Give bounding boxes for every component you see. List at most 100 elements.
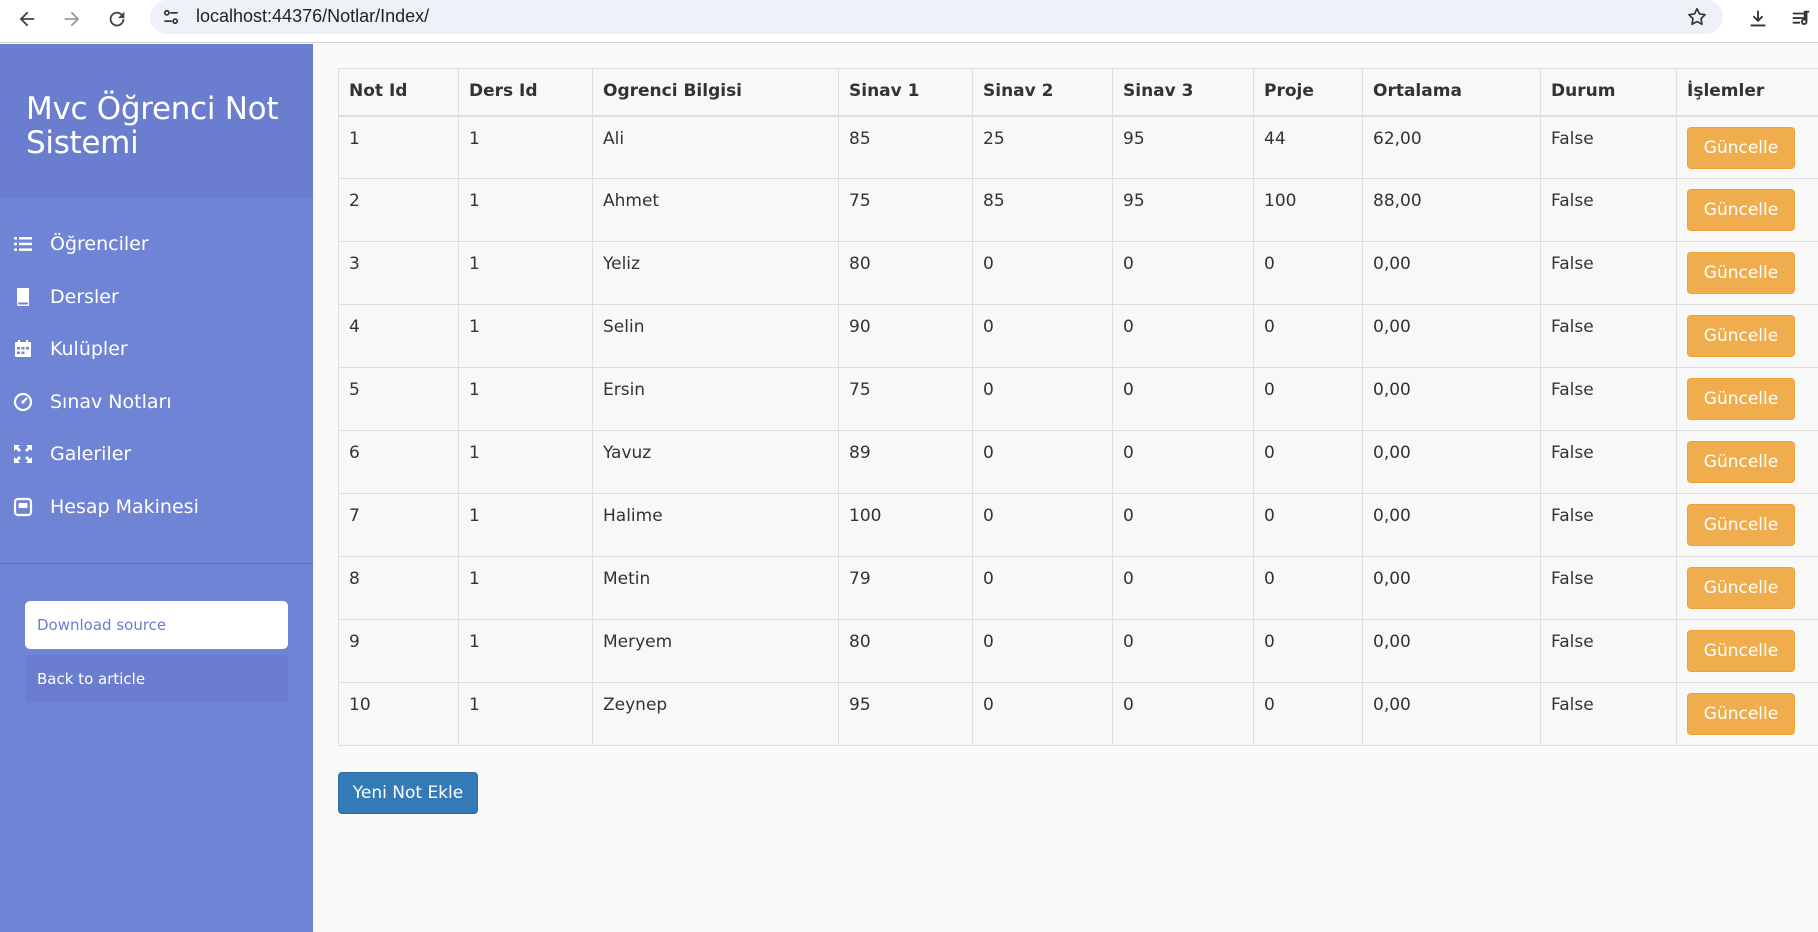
site-settings-icon[interactable]: [158, 4, 184, 30]
address-bar[interactable]: localhost:44376/Notlar/Index/: [150, 0, 1723, 34]
update-button[interactable]: Güncelle: [1687, 567, 1795, 609]
app-title[interactable]: Mvc Öğrenci Not Sistemi: [26, 92, 287, 160]
table-cell: Yeliz: [592, 241, 839, 305]
table-header: Not Id Ders Id Ogrenci Bilgisi Sinav 1 Sinav…: [338, 68, 1818, 117]
table-cell: 1: [458, 682, 593, 746]
book-icon: [12, 286, 34, 308]
sidebar-item-ogrenciler[interactable]: Öğrenciler: [0, 218, 313, 271]
table-cell: 0: [972, 367, 1113, 431]
update-button[interactable]: Güncelle: [1687, 504, 1795, 546]
table-cell: Halime: [592, 493, 839, 557]
sidebar-item-sinav-notlari[interactable]: Sınav Notları: [0, 376, 313, 429]
table-row: 3 1 Yeliz 80 0 0 0 0,00 False Güncelle: [338, 241, 1818, 305]
sidebar-menu: Öğrenciler Dersler Kulüpler Sınav Notlar…: [0, 198, 313, 533]
table-cell: 0,00: [1362, 430, 1541, 494]
table-row: 4 1 Selin 90 0 0 0 0,00 False Güncelle: [338, 304, 1818, 368]
table-cell: Ahmet: [592, 178, 839, 242]
table-cell: 0: [972, 682, 1113, 746]
table-cell: 79: [838, 556, 973, 620]
table-cell: 0: [1112, 682, 1254, 746]
column-header: İşlemler: [1676, 68, 1818, 117]
sidebar-item-galeriler[interactable]: Galeriler: [0, 428, 313, 481]
table-cell: 1: [458, 619, 593, 683]
update-button[interactable]: Güncelle: [1687, 126, 1795, 169]
back-to-article-button[interactable]: Back to article: [25, 655, 288, 702]
calculator-icon: [12, 496, 34, 518]
table-cell: False: [1540, 115, 1677, 179]
column-header: Sinav 3: [1112, 68, 1254, 117]
table-cell: 10: [338, 682, 459, 746]
table-cell: 0: [1112, 304, 1254, 368]
column-header: Sinav 2: [972, 68, 1113, 117]
sidebar-item-hesap-makinesi[interactable]: Hesap Makinesi: [0, 481, 313, 534]
dashboard-icon: [12, 391, 34, 413]
table-cell: 80: [838, 619, 973, 683]
table-cell: 95: [1112, 115, 1254, 179]
table-row: 2 1 Ahmet 75 85 95 100 88,00 False Güncelle: [338, 178, 1818, 242]
download-icon[interactable]: [1741, 2, 1775, 36]
table-cell: 1: [458, 304, 593, 368]
table-cell: 0: [1253, 619, 1363, 683]
table-cell: 1: [458, 241, 593, 305]
table-cell: Metin: [592, 556, 839, 620]
table-cell: 0: [1253, 430, 1363, 494]
table-cell: 1: [458, 115, 593, 179]
sidebar-item-kulupler[interactable]: Kulüpler: [0, 323, 313, 376]
column-header: Ders Id: [458, 68, 593, 117]
forward-arrow-icon[interactable]: [55, 2, 89, 36]
table-cell: 95: [838, 682, 973, 746]
table-cell: 4: [338, 304, 459, 368]
table-cell: 0: [1253, 304, 1363, 368]
actions-cell: Güncelle: [1676, 178, 1818, 242]
table-cell: False: [1540, 682, 1677, 746]
add-new-grade-button[interactable]: Yeni Not Ekle: [338, 772, 478, 814]
table-cell: 0,00: [1362, 241, 1541, 305]
table-cell: 62,00: [1362, 115, 1541, 179]
table-row: 1 1 Ali 85 25 95 44 62,00 False Güncelle: [338, 115, 1818, 179]
back-arrow-icon[interactable]: [10, 2, 44, 36]
table-cell: 8: [338, 556, 459, 620]
update-button[interactable]: Güncelle: [1687, 252, 1795, 294]
table-cell: 25: [972, 115, 1113, 179]
table-cell: Ali: [592, 115, 839, 179]
update-button[interactable]: Güncelle: [1687, 189, 1795, 231]
update-button[interactable]: Güncelle: [1687, 378, 1795, 420]
table-row: 8 1 Metin 79 0 0 0 0,00 False Güncelle: [338, 556, 1818, 620]
table-cell: 0: [972, 304, 1113, 368]
actions-cell: Güncelle: [1676, 241, 1818, 305]
table-cell: 95: [1112, 178, 1254, 242]
table-cell: Yavuz: [592, 430, 839, 494]
table-cell: 0,00: [1362, 556, 1541, 620]
table-cell: 0: [1253, 367, 1363, 431]
sidebar-divider: [0, 563, 313, 564]
actions-cell: Güncelle: [1676, 619, 1818, 683]
reload-icon[interactable]: [100, 2, 134, 36]
calendar-icon: [12, 338, 34, 360]
table-cell: 0: [1253, 682, 1363, 746]
actions-cell: Güncelle: [1676, 556, 1818, 620]
sidebar: Mvc Öğrenci Not Sistemi Öğrenciler Dersl…: [0, 44, 313, 932]
table-cell: 0: [1253, 241, 1363, 305]
table-cell: False: [1540, 304, 1677, 368]
update-button[interactable]: Güncelle: [1687, 315, 1795, 357]
download-source-button[interactable]: Download source: [25, 601, 288, 649]
column-header: Proje: [1253, 68, 1363, 117]
bookmark-star-icon[interactable]: [1683, 3, 1711, 31]
table-cell: 85: [838, 115, 973, 179]
table-cell: False: [1540, 367, 1677, 431]
table-cell: 0,00: [1362, 304, 1541, 368]
actions-cell: Güncelle: [1676, 115, 1818, 179]
table-cell: 80: [838, 241, 973, 305]
update-button[interactable]: Güncelle: [1687, 630, 1795, 672]
column-header: Durum: [1540, 68, 1677, 117]
table-cell: False: [1540, 556, 1677, 620]
update-button[interactable]: Güncelle: [1687, 441, 1795, 483]
update-button[interactable]: Güncelle: [1687, 693, 1795, 735]
sidebar-item-label: Kulüpler: [50, 338, 128, 361]
media-control-icon[interactable]: [1784, 2, 1818, 36]
table-cell: 1: [458, 178, 593, 242]
sidebar-item-dersler[interactable]: Dersler: [0, 271, 313, 324]
table-cell: 0: [972, 430, 1113, 494]
table-cell: Selin: [592, 304, 839, 368]
url-text[interactable]: localhost:44376/Notlar/Index/: [196, 6, 429, 27]
